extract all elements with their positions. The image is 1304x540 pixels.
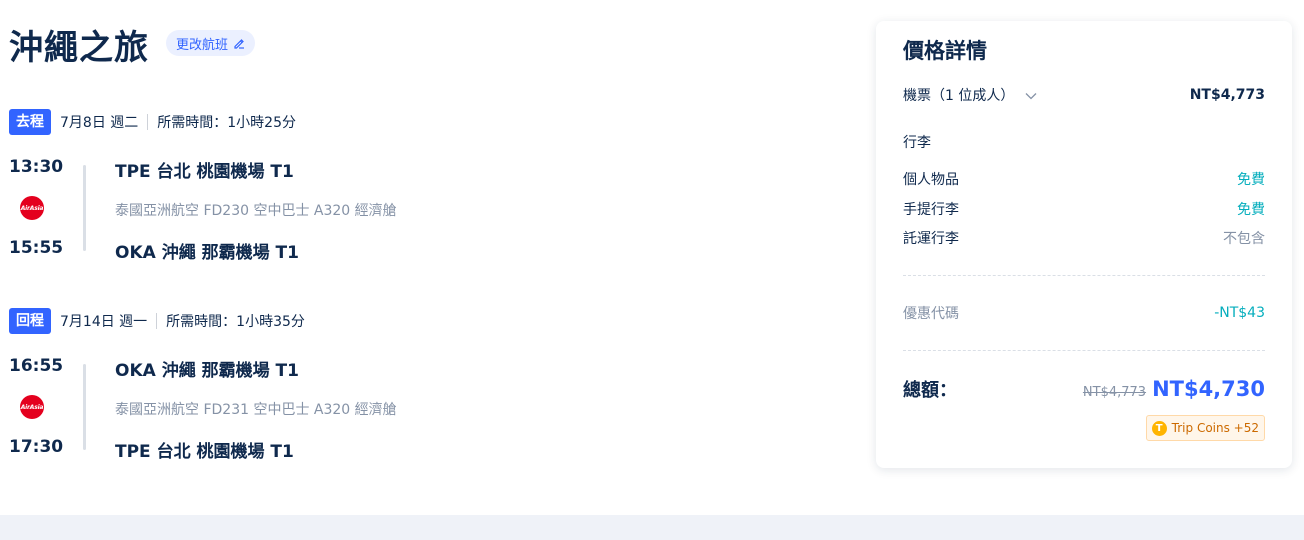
arrive-airport: OKA 沖繩 那霸機場 T1	[115, 243, 299, 263]
divider	[903, 350, 1265, 351]
segment-header: 回程 7月14日 週一 所需時間：1小時35分	[9, 308, 509, 334]
divider	[903, 275, 1265, 276]
trip-coins-badge: T Trip Coins +52	[1145, 415, 1265, 441]
baggage-label: 個人物品	[903, 172, 959, 188]
segment-date: 7月14日 週一	[60, 314, 148, 330]
promo-value: -NT$43	[1214, 305, 1265, 321]
flight-info: 泰國亞洲航空 FD231 空中巴士 A320 經濟艙	[115, 402, 397, 418]
divider	[156, 313, 158, 329]
arrive-time: 17:30	[9, 437, 64, 457]
total-price: NT$4,730	[1152, 377, 1265, 401]
total-label: 總額：	[903, 380, 957, 401]
outbound-segment: 去程 7月8日 週二 所需時間：1小時25分 13:30 TPE 台北 桃園機場…	[9, 109, 509, 269]
trip-coins-label: Trip Coins +52	[1171, 421, 1259, 435]
segment-date: 7月8日 週二	[60, 115, 139, 131]
inbound-tag: 回程	[9, 308, 51, 334]
ticket-label: 機票（1 位成人）	[903, 88, 1015, 104]
panel-title: 價格詳情	[903, 39, 987, 63]
baggage-value: 免費	[1237, 202, 1265, 218]
baggage-heading-row: 行李	[903, 132, 1265, 152]
baggage-label: 手提行李	[903, 202, 959, 218]
flight-info: 泰國亞洲航空 FD230 空中巴士 A320 經濟艙	[115, 203, 397, 219]
airasia-logo-icon: AirAsia	[20, 196, 44, 220]
baggage-heading: 行李	[903, 135, 931, 151]
footer-band	[0, 515, 1304, 540]
timeline-line	[83, 364, 86, 450]
change-flight-label: 更改航班	[176, 37, 229, 53]
original-price: NT$4,773	[1082, 385, 1147, 400]
airasia-logo-icon: AirAsia	[20, 395, 44, 419]
timeline-line	[83, 165, 86, 251]
baggage-label: 託運行李	[903, 231, 959, 247]
promo-row: 優惠代碼 -NT$43	[903, 303, 1265, 323]
arrive-airport: TPE 台北 桃園機場 T1	[115, 442, 294, 462]
edit-icon	[234, 39, 245, 49]
divider	[147, 114, 149, 130]
depart-airport: OKA 沖繩 那霸機場 T1	[115, 361, 299, 381]
baggage-row: 個人物品 免費	[903, 169, 1265, 189]
segment-duration: 所需時間：1小時25分	[157, 115, 296, 131]
outbound-tag: 去程	[9, 109, 51, 135]
baggage-value: 不包含	[1223, 231, 1265, 247]
depart-airport: TPE 台北 桃園機場 T1	[115, 162, 294, 182]
segment-duration: 所需時間：1小時35分	[166, 314, 305, 330]
coin-icon: T	[1151, 420, 1167, 436]
baggage-value: 免費	[1237, 172, 1265, 188]
baggage-row: 手提行李 免費	[903, 199, 1265, 219]
depart-time: 13:30	[9, 157, 64, 177]
segment-header: 去程 7月8日 週二 所需時間：1小時25分	[9, 109, 509, 135]
ticket-price: NT$4,773	[1189, 87, 1265, 103]
price-details-panel: 價格詳情 機票（1 位成人） NT$4,773 行李 個人物品 免費 手提行李 …	[876, 21, 1292, 468]
baggage-row: 託運行李 不包含	[903, 228, 1265, 248]
chevron-down-icon	[1025, 93, 1037, 100]
inbound-segment: 回程 7月14日 週一 所需時間：1小時35分 16:55 OKA 沖繩 那霸機…	[9, 308, 509, 468]
arrive-time: 15:55	[9, 238, 64, 258]
ticket-row[interactable]: 機票（1 位成人） NT$4,773	[903, 85, 1265, 105]
change-flight-button[interactable]: 更改航班	[166, 30, 256, 56]
promo-label: 優惠代碼	[903, 306, 959, 322]
total-row: 總額： NT$4,773 NT$4,730	[903, 376, 1265, 402]
depart-time: 16:55	[9, 356, 64, 376]
page-title: 沖繩之旅	[9, 28, 149, 68]
